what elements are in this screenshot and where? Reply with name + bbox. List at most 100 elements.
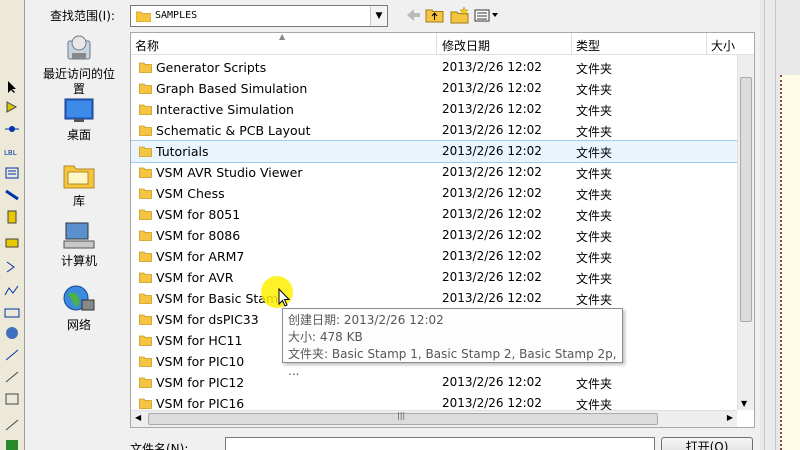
file-date: 2013/2/26 12:02 xyxy=(442,165,542,179)
file-date: 2013/2/26 12:02 xyxy=(442,102,542,116)
place-computer[interactable]: 计算机 xyxy=(39,222,119,269)
folder-icon xyxy=(139,209,152,220)
place-desktop[interactable]: 桌面 xyxy=(39,98,119,143)
column-header-type[interactable]: 类型 xyxy=(576,37,600,54)
folder-icon xyxy=(139,335,152,346)
file-name: VSM for 8086 xyxy=(156,228,241,243)
folder-icon xyxy=(139,146,152,157)
file-row[interactable]: VSM Chess 2013/2/26 12:02 文件夹 xyxy=(131,183,737,204)
place-recent[interactable]: 最近访问的位置 xyxy=(39,33,119,97)
place-libraries[interactable]: 库 xyxy=(39,160,119,209)
folder-icon xyxy=(139,272,152,283)
file-row[interactable]: Interactive Simulation 2013/2/26 12:02 文件夹 xyxy=(131,99,737,120)
folder-icon xyxy=(139,62,152,73)
file-name: VSM for ARM7 xyxy=(156,249,245,264)
file-type: 文件夹 xyxy=(576,167,613,181)
view-menu-icon[interactable] xyxy=(474,6,502,24)
file-date: 2013/2/26 12:02 xyxy=(442,396,542,410)
text-tool-icon[interactable] xyxy=(4,166,20,180)
bus-tool-icon[interactable] xyxy=(4,188,20,202)
file-row[interactable]: VSM for Basic Stamp 2013/2/26 12:02 文件夹 xyxy=(131,288,737,309)
box-tool-icon[interactable] xyxy=(4,392,20,406)
scroll-right-icon[interactable]: ▶ xyxy=(727,413,733,422)
desktop-icon xyxy=(64,98,94,122)
file-name: VSM for dsPIC33 xyxy=(156,312,259,327)
generator-tool-icon[interactable] xyxy=(4,326,20,340)
file-date: 2013/2/26 12:02 xyxy=(442,291,542,305)
folder-icon xyxy=(139,356,152,367)
filename-input[interactable] xyxy=(225,437,655,450)
open-button[interactable]: 打开(O) xyxy=(661,437,753,450)
probe-tool-icon[interactable] xyxy=(4,348,20,362)
column-divider[interactable] xyxy=(436,33,437,55)
scroll-thumb[interactable] xyxy=(740,77,752,322)
shape-tool-icon[interactable] xyxy=(4,438,20,450)
graph-tool-icon[interactable] xyxy=(4,284,20,298)
chevron-down-icon[interactable]: ▼ xyxy=(370,6,387,26)
tape-tool-icon[interactable] xyxy=(4,306,20,320)
file-type: 文件夹 xyxy=(576,104,613,118)
file-row[interactable]: Schematic & PCB Layout 2013/2/26 12:02 文件夹 xyxy=(131,120,737,141)
junction-tool-icon[interactable] xyxy=(4,122,20,136)
lookin-combobox[interactable]: SAMPLES ▼ xyxy=(130,5,388,27)
background-scrollbar xyxy=(764,0,776,450)
component-tool-icon[interactable] xyxy=(4,100,20,114)
file-row[interactable]: Generator Scripts 2013/2/26 12:02 文件夹 xyxy=(131,57,737,78)
file-name: VSM for 8051 xyxy=(156,207,241,222)
file-date: 2013/2/26 12:02 xyxy=(442,186,542,200)
file-type: 文件夹 xyxy=(576,146,613,160)
file-row[interactable]: VSM for 8051 2013/2/26 12:02 文件夹 xyxy=(131,204,737,225)
arc-tool-icon[interactable] xyxy=(4,418,20,432)
folder-icon xyxy=(139,314,152,325)
file-name: VSM for PIC12 xyxy=(156,375,245,390)
vertical-scrollbar[interactable]: ▼ xyxy=(737,55,754,410)
file-date: 2013/2/26 12:02 xyxy=(442,249,542,263)
label-tool-icon[interactable]: LBL xyxy=(4,144,20,158)
background-canvas xyxy=(760,0,800,450)
terminal-tool-icon[interactable] xyxy=(4,236,20,250)
folder-icon xyxy=(139,188,152,199)
up-folder-icon[interactable] xyxy=(425,6,445,24)
computer-icon xyxy=(63,222,95,249)
column-header-name[interactable]: 名称 xyxy=(135,37,159,54)
place-label: 网络 xyxy=(66,318,91,332)
line-tool-icon[interactable] xyxy=(4,370,20,384)
port-tool-icon[interactable] xyxy=(4,260,20,274)
folder-icon xyxy=(139,167,152,178)
folder-icon xyxy=(139,293,152,304)
place-network[interactable]: 网络 xyxy=(39,284,119,333)
file-row[interactable]: VSM for 8086 2013/2/26 12:02 文件夹 xyxy=(131,225,737,246)
back-arrow-icon[interactable] xyxy=(404,6,422,24)
file-name: Generator Scripts xyxy=(156,60,267,75)
scroll-left-icon[interactable]: ◀ xyxy=(135,413,141,422)
network-icon xyxy=(63,285,95,311)
file-row[interactable]: VSM AVR Studio Viewer 2013/2/26 12:02 文件夹 xyxy=(131,162,737,183)
libraries-icon xyxy=(63,165,95,189)
file-date: 2013/2/26 12:02 xyxy=(442,144,542,158)
column-header-size[interactable]: 大小 xyxy=(711,37,735,54)
scroll-down-icon[interactable]: ▼ xyxy=(741,399,747,408)
column-divider[interactable] xyxy=(571,33,572,55)
new-folder-icon[interactable] xyxy=(450,6,470,24)
folder-icon xyxy=(136,11,151,22)
file-row[interactable]: VSM for ARM7 2013/2/26 12:02 文件夹 xyxy=(131,246,737,267)
folder-icon xyxy=(139,251,152,262)
column-header-date[interactable]: 修改日期 xyxy=(442,37,490,54)
file-row[interactable]: Tutorials 2013/2/26 12:02 文件夹 xyxy=(131,140,738,163)
file-type: 文件夹 xyxy=(576,125,613,139)
file-date: 2013/2/26 12:02 xyxy=(442,228,542,242)
horizontal-scrollbar[interactable]: ◀ ||| ▶ xyxy=(131,410,737,427)
folder-icon xyxy=(139,398,152,409)
file-row[interactable]: Graph Based Simulation 2013/2/26 12:02 文件夹 xyxy=(131,78,737,99)
subcircuit-tool-icon[interactable] xyxy=(4,210,20,224)
file-row[interactable]: VSM for AVR 2013/2/26 12:02 文件夹 xyxy=(131,267,737,288)
pointer-tool-icon[interactable] xyxy=(4,80,20,94)
filename-label: 文件名(N): xyxy=(130,442,189,450)
file-name: VSM for PIC10 xyxy=(156,354,245,369)
file-name: Tutorials xyxy=(156,144,209,159)
file-name: Schematic & PCB Layout xyxy=(156,123,311,138)
file-type: 文件夹 xyxy=(576,209,613,223)
list-header: 名称 ▲ 修改日期 类型 大小 xyxy=(131,33,754,55)
file-date: 2013/2/26 12:02 xyxy=(442,123,542,137)
column-divider[interactable] xyxy=(706,33,707,55)
